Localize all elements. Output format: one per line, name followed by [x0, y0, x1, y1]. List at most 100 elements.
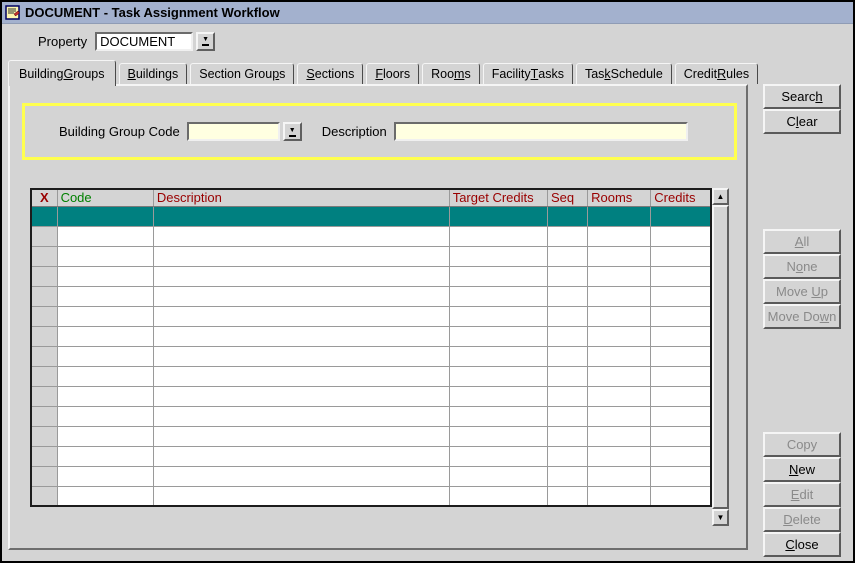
- grid-cell[interactable]: [651, 226, 711, 246]
- grid-cell[interactable]: [153, 406, 449, 426]
- grid-cell[interactable]: [651, 486, 711, 506]
- grid-cell[interactable]: [588, 226, 651, 246]
- grid-row[interactable]: [31, 326, 711, 346]
- grid-cell[interactable]: [651, 286, 711, 306]
- grid-cell[interactable]: [153, 346, 449, 366]
- grid-cell[interactable]: [153, 206, 449, 226]
- grid-cell[interactable]: [547, 326, 587, 346]
- grid-cell[interactable]: [588, 326, 651, 346]
- grid-cell[interactable]: [57, 406, 153, 426]
- grid-cell[interactable]: [31, 306, 57, 326]
- grid-cell[interactable]: [651, 466, 711, 486]
- grid-row[interactable]: [31, 366, 711, 386]
- grid-cell[interactable]: [651, 266, 711, 286]
- close-button[interactable]: Close: [763, 532, 841, 557]
- grid-row[interactable]: [31, 226, 711, 246]
- grid-cell[interactable]: [449, 326, 547, 346]
- grid-row[interactable]: [31, 246, 711, 266]
- grid-cell[interactable]: [57, 326, 153, 346]
- search-button[interactable]: Search: [763, 84, 841, 109]
- grid-cell[interactable]: [449, 246, 547, 266]
- tab-building-groups[interactable]: Building Groups: [8, 60, 116, 86]
- grid-cell[interactable]: [588, 426, 651, 446]
- grid-cell[interactable]: [449, 306, 547, 326]
- grid-cell[interactable]: [651, 406, 711, 426]
- tab-sections[interactable]: Sections: [297, 63, 363, 84]
- tab-credit-rules[interactable]: Credit Rules: [675, 63, 758, 84]
- grid-cell[interactable]: [153, 366, 449, 386]
- grid-cell[interactable]: [153, 326, 449, 346]
- grid-cell[interactable]: [588, 346, 651, 366]
- grid-cell[interactable]: [57, 466, 153, 486]
- grid-cell[interactable]: [57, 426, 153, 446]
- grid-cell[interactable]: [449, 386, 547, 406]
- grid-row[interactable]: [31, 306, 711, 326]
- tab-section-groups[interactable]: Section Groups: [190, 63, 294, 84]
- grid-row[interactable]: [31, 486, 711, 506]
- grid-cell[interactable]: [153, 266, 449, 286]
- grid-cell[interactable]: [449, 206, 547, 226]
- delete-button[interactable]: Delete: [763, 507, 841, 532]
- all-button[interactable]: All: [763, 229, 841, 254]
- grid-cell[interactable]: [31, 346, 57, 366]
- grid-cell[interactable]: [588, 486, 651, 506]
- grid-cell[interactable]: [57, 286, 153, 306]
- grid-row[interactable]: [31, 406, 711, 426]
- clear-button[interactable]: Clear: [763, 109, 841, 134]
- grid-cell[interactable]: [588, 266, 651, 286]
- grid-cell[interactable]: [31, 206, 57, 226]
- scroll-up-button[interactable]: ▲: [712, 188, 729, 205]
- description-input[interactable]: [394, 122, 688, 141]
- grid-cell[interactable]: [588, 366, 651, 386]
- grid-cell[interactable]: [547, 406, 587, 426]
- grid-cell[interactable]: [588, 386, 651, 406]
- grid-cell[interactable]: [57, 266, 153, 286]
- grid-cell[interactable]: [651, 306, 711, 326]
- grid-cell[interactable]: [547, 286, 587, 306]
- grid-cell[interactable]: [153, 486, 449, 506]
- grid-cell[interactable]: [31, 406, 57, 426]
- property-dropdown-button[interactable]: ▼: [196, 32, 215, 51]
- grid-vertical-scrollbar[interactable]: ▲ ▼: [712, 188, 729, 526]
- grid-cell[interactable]: [31, 366, 57, 386]
- building-group-code-dropdown-button[interactable]: ▼: [283, 122, 302, 141]
- grid-cell[interactable]: [31, 386, 57, 406]
- copy-button[interactable]: Copy: [763, 432, 841, 457]
- grid-row[interactable]: [31, 466, 711, 486]
- column-header-target-credits[interactable]: Target Credits: [449, 189, 547, 206]
- grid-cell[interactable]: [547, 306, 587, 326]
- tab-rooms[interactable]: Rooms: [422, 63, 480, 84]
- grid-cell[interactable]: [153, 226, 449, 246]
- grid-cell[interactable]: [57, 366, 153, 386]
- grid-cell[interactable]: [651, 326, 711, 346]
- grid-row[interactable]: [31, 206, 711, 226]
- grid-cell[interactable]: [547, 346, 587, 366]
- building-group-code-input[interactable]: [187, 122, 280, 141]
- column-header-rooms[interactable]: Rooms: [588, 189, 651, 206]
- property-input[interactable]: [95, 32, 193, 51]
- grid-cell[interactable]: [153, 306, 449, 326]
- scrollbar-thumb[interactable]: [712, 205, 729, 509]
- grid-row[interactable]: [31, 426, 711, 446]
- grid-cell[interactable]: [449, 446, 547, 466]
- move-down-button[interactable]: Move Down: [763, 304, 841, 329]
- tab-task-schedule[interactable]: Task Schedule: [576, 63, 672, 84]
- grid-cell[interactable]: [449, 426, 547, 446]
- grid-cell[interactable]: [57, 346, 153, 366]
- column-header-credits[interactable]: Credits: [651, 189, 711, 206]
- grid-cell[interactable]: [449, 266, 547, 286]
- grid-cell[interactable]: [57, 206, 153, 226]
- move-up-button[interactable]: Move Up: [763, 279, 841, 304]
- grid-row[interactable]: [31, 446, 711, 466]
- grid-cell[interactable]: [31, 486, 57, 506]
- grid-cell[interactable]: [547, 486, 587, 506]
- grid-cell[interactable]: [57, 446, 153, 466]
- new-button[interactable]: New: [763, 457, 841, 482]
- grid-cell[interactable]: [651, 246, 711, 266]
- grid-row[interactable]: [31, 286, 711, 306]
- grid-cell[interactable]: [57, 386, 153, 406]
- grid-cell[interactable]: [588, 466, 651, 486]
- tab-floors[interactable]: Floors: [366, 63, 419, 84]
- column-header-description[interactable]: Description: [153, 189, 449, 206]
- grid-cell[interactable]: [57, 486, 153, 506]
